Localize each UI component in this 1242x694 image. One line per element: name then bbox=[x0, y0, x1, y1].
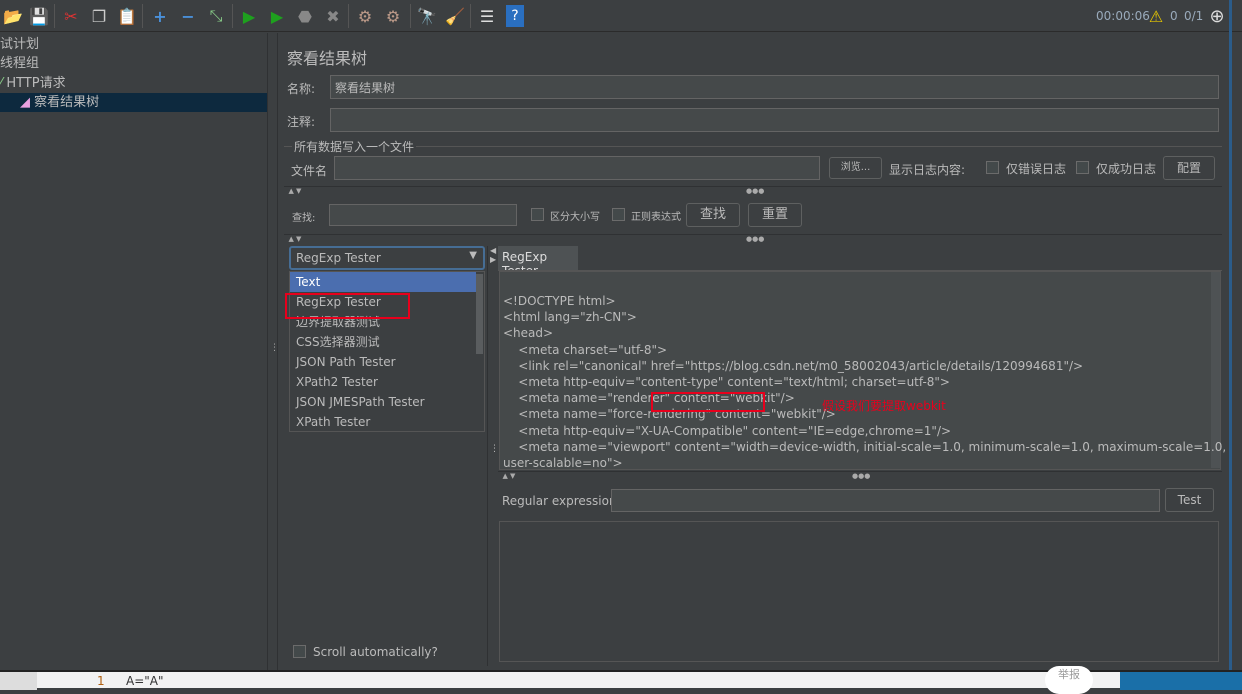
collapse-icon[interactable]: − bbox=[177, 5, 199, 27]
split-handle[interactable]: ▲ ▼ ●●● bbox=[284, 234, 1222, 243]
report-label: 举报 bbox=[1058, 668, 1080, 681]
filename-input[interactable] bbox=[334, 156, 820, 180]
graph-icon: ◢ bbox=[20, 95, 35, 110]
start-no-pause-icon[interactable]: ▶ bbox=[266, 5, 288, 27]
errors-only-label: 仅错误日志 bbox=[1006, 162, 1067, 176]
search-label: 查找: bbox=[292, 213, 316, 224]
function-helper-icon[interactable]: ☰ bbox=[476, 5, 498, 27]
response-line: <html lang="zh-CN"> bbox=[503, 310, 637, 325]
reset-search-icon[interactable]: 🧹 bbox=[444, 5, 466, 27]
highlight-box bbox=[285, 293, 410, 319]
split-divider[interactable]: ⋮ bbox=[267, 33, 279, 670]
tree-item-test-plan[interactable]: 试计划 bbox=[0, 35, 39, 54]
start-icon[interactable]: ▶ bbox=[238, 5, 260, 27]
clear-icon[interactable]: ⚙ bbox=[354, 5, 376, 27]
toolbar: 📂 💾 ✂ ❐ 📋 + − ⤡ ▶ ▶ ⬣ ✖ ⚙ ⚙ 🔭 🧹 ☰ ? 00:0… bbox=[0, 0, 1242, 32]
stop-icon[interactable]: ⬣ bbox=[294, 5, 316, 27]
renderer-option[interactable]: XPath Tester bbox=[290, 412, 484, 432]
response-line: <meta http-equiv="content-type" content=… bbox=[503, 375, 950, 389]
comment-label: 注释: bbox=[287, 115, 316, 129]
response-line: user-scalable=no"> bbox=[503, 456, 623, 470]
file-section-title: 所有数据写入一个文件 bbox=[292, 138, 417, 155]
case-sensitive-checkbox[interactable] bbox=[531, 208, 544, 221]
split-handle[interactable]: ▲ ▼ ●●● bbox=[284, 186, 1222, 195]
split-divider[interactable]: ◀ ▶ ⋮ bbox=[487, 246, 499, 666]
regex-label: Regular expression: bbox=[502, 494, 621, 508]
renderer-option[interactable]: JSON JMESPath Tester bbox=[290, 392, 484, 412]
background-editor: 1 A="A" 举报 bbox=[0, 666, 1242, 694]
find-button[interactable]: 查找 bbox=[686, 203, 740, 227]
response-line: <meta charset="utf-8"> bbox=[503, 342, 668, 357]
warning-icon[interactable]: ⚠ bbox=[1145, 5, 1167, 27]
reset-button[interactable]: 重置 bbox=[748, 203, 802, 227]
chevron-down-icon: ▼ bbox=[469, 250, 477, 261]
cut-icon[interactable]: ✂ bbox=[60, 5, 82, 27]
search-icon[interactable]: 🔭 bbox=[416, 5, 438, 27]
regex-label: 正则表达式 bbox=[631, 212, 681, 223]
tree-item-view-results-tree[interactable]: ◢ 察看结果树 bbox=[0, 93, 267, 112]
renderer-option[interactable]: CSS选择器测试 bbox=[290, 332, 484, 352]
name-input[interactable]: 察看结果树 bbox=[330, 75, 1219, 99]
renderer-option[interactable]: Text bbox=[290, 272, 476, 292]
thread-count: 0/1 bbox=[1184, 9, 1204, 23]
tree-item-thread-group[interactable]: 线程组 bbox=[0, 54, 39, 73]
copy-icon[interactable]: ❐ bbox=[88, 5, 110, 27]
tree-item-http-request[interactable]: ⁄ HTTP请求 bbox=[0, 74, 66, 93]
response-line: <meta http-equiv="X-UA-Compatible" conte… bbox=[503, 423, 952, 438]
save-icon[interactable]: 💾 bbox=[28, 5, 50, 27]
renderer-select[interactable]: RegExp Tester ▼ bbox=[289, 246, 485, 270]
configure-button[interactable]: 配置 bbox=[1163, 156, 1215, 180]
window-edge bbox=[1229, 0, 1232, 670]
clear-all-icon[interactable]: ⚙ bbox=[382, 5, 404, 27]
result-text-area[interactable] bbox=[499, 521, 1219, 662]
search-input[interactable] bbox=[329, 204, 517, 226]
name-label: 名称: bbox=[287, 82, 316, 96]
elapsed-timer: 00:00:06 bbox=[1096, 9, 1150, 23]
errors-only-checkbox[interactable] bbox=[986, 161, 999, 174]
filename-label: 文件名 bbox=[291, 164, 328, 178]
renderer-option[interactable]: XPath2 Tester bbox=[290, 372, 484, 392]
scroll-auto-label: Scroll automatically? bbox=[313, 645, 438, 659]
shutdown-icon[interactable]: ✖ bbox=[322, 5, 344, 27]
open-icon[interactable]: 📂 bbox=[2, 5, 24, 27]
response-line: <!DOCTYPE html> bbox=[503, 294, 616, 308]
expand-icon[interactable]: + bbox=[149, 5, 171, 27]
test-button[interactable]: Test bbox=[1165, 488, 1214, 512]
remote-icon[interactable]: ⊕ bbox=[1206, 5, 1228, 27]
success-only-label: 仅成功日志 bbox=[1096, 162, 1157, 176]
help-icon[interactable]: ? bbox=[506, 5, 524, 27]
success-only-checkbox[interactable] bbox=[1076, 161, 1089, 174]
dropdown-scrollbar[interactable] bbox=[476, 274, 483, 354]
scroll-auto-checkbox[interactable] bbox=[293, 645, 306, 658]
tree-item-label: HTTP请求 bbox=[6, 76, 66, 91]
regex-checkbox[interactable] bbox=[612, 208, 625, 221]
split-handle[interactable]: ▲ ▼ ●●● bbox=[498, 471, 1222, 480]
response-line: <meta name="viewport" content="width=dev… bbox=[503, 439, 1227, 454]
highlight-box bbox=[651, 392, 765, 412]
code-line: A="A" bbox=[126, 674, 164, 688]
renderer-select-value: RegExp Tester bbox=[296, 251, 381, 265]
report-button[interactable]: 举报 bbox=[1045, 666, 1093, 694]
log-label: 显示日志内容: bbox=[889, 163, 966, 177]
test-plan-tree: 试计划 线程组 ⁄ HTTP请求 ◢ 察看结果树 bbox=[0, 33, 267, 670]
renderer-option[interactable]: JSON Path Tester bbox=[290, 352, 484, 372]
case-sensitive-label: 区分大小写 bbox=[550, 212, 600, 223]
response-line: <head> bbox=[503, 326, 554, 341]
response-line: <link rel="canonical" href="https://blog… bbox=[503, 358, 1084, 373]
tab-regexp-tester[interactable]: RegExp Tester bbox=[498, 246, 578, 278]
browse-button[interactable]: 浏览... bbox=[829, 157, 882, 179]
comment-input[interactable] bbox=[330, 108, 1219, 132]
paste-icon[interactable]: 📋 bbox=[116, 5, 138, 27]
page-title: 察看结果树 bbox=[287, 49, 368, 68]
annotation-text: 假设我们要提取webkit bbox=[822, 399, 946, 413]
warning-count: 0 bbox=[1170, 9, 1178, 23]
tree-item-label: 察看结果树 bbox=[34, 95, 100, 110]
regex-input[interactable] bbox=[611, 489, 1160, 512]
toggle-icon[interactable]: ⤡ bbox=[205, 5, 227, 27]
line-number: 1 bbox=[97, 674, 105, 688]
